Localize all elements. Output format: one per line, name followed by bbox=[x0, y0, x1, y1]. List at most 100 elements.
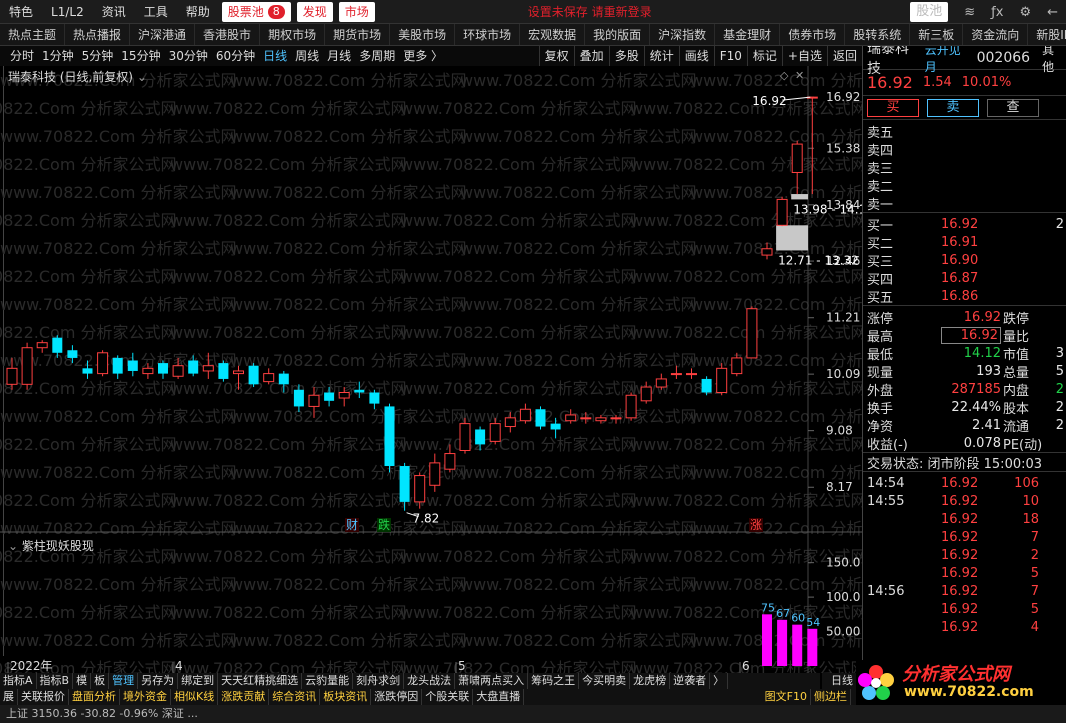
ind-tab-scroll[interactable]: 〉 bbox=[710, 673, 729, 689]
layers-icon[interactable]: ≋ bbox=[964, 5, 975, 20]
ind-tab[interactable]: 筹码之王 bbox=[528, 673, 580, 689]
ind-tab[interactable]: 指标B bbox=[37, 673, 74, 689]
ind-tab[interactable]: 绑定到 bbox=[178, 673, 219, 689]
ind-tab[interactable]: 指标A bbox=[0, 673, 37, 689]
period-tab-1m[interactable]: 1分钟 bbox=[38, 46, 78, 66]
nav-item[interactable]: 沪深指数 bbox=[650, 24, 716, 45]
settings-icon[interactable]: ⚙ bbox=[1019, 5, 1031, 20]
bid-level[interactable]: 买二 16.91 bbox=[863, 233, 1066, 252]
nav-item[interactable]: 基金理财 bbox=[715, 24, 781, 45]
menu-item-news[interactable]: 资讯 bbox=[93, 0, 135, 23]
ind-tab[interactable]: 天天红精挑细选 bbox=[218, 673, 303, 689]
ask-level[interactable]: 卖四 bbox=[863, 140, 1066, 159]
bottom-item[interactable]: 综合资讯 bbox=[269, 689, 321, 705]
period-tab-weekly[interactable]: 周线 bbox=[291, 46, 323, 66]
more-link[interactable]: 其他 bbox=[1042, 46, 1066, 75]
bid-level[interactable]: 买四 16.87 bbox=[863, 269, 1066, 288]
nav-item[interactable]: 环球市场 bbox=[455, 24, 521, 45]
menu-item-tools[interactable]: 工具 bbox=[135, 0, 177, 23]
bottom-item[interactable]: 板块资讯 bbox=[320, 689, 372, 705]
nav-item[interactable]: 期权市场 bbox=[260, 24, 326, 45]
bid-level[interactable]: 买一 16.92 2 bbox=[863, 215, 1066, 234]
bottom-item[interactable]: 盘面分析 bbox=[69, 689, 120, 705]
discover-button[interactable]: 发现 bbox=[296, 1, 333, 22]
tool-overlay-button[interactable]: 叠加 bbox=[573, 46, 609, 66]
period-tab-5m[interactable]: 5分钟 bbox=[78, 46, 118, 66]
tool-f10-button[interactable]: F10 bbox=[713, 46, 747, 66]
ask-level[interactable]: 卖三 bbox=[863, 158, 1066, 177]
pool-button[interactable]: 股池 bbox=[910, 2, 949, 22]
tool-draw-button[interactable]: 画线 bbox=[678, 46, 714, 66]
bottom-item[interactable]: 关联报价 bbox=[18, 689, 69, 705]
chevron-down-icon[interactable]: ⌄ bbox=[137, 70, 147, 84]
stat-value: 2 bbox=[1055, 417, 1064, 433]
bid-level[interactable]: 买五 16.86 bbox=[863, 287, 1066, 306]
nav-item[interactable]: 期货市场 bbox=[325, 24, 391, 45]
bottom-item[interactable]: 境外资金 bbox=[120, 689, 171, 705]
sell-button[interactable]: 卖 bbox=[927, 98, 979, 117]
bottom-item[interactable]: 大盘直播 bbox=[473, 689, 525, 705]
nav-item[interactable]: 债券市场 bbox=[780, 24, 846, 45]
tool-mark-button[interactable]: 标记 bbox=[746, 46, 782, 66]
period-tab-30m[interactable]: 30分钟 bbox=[165, 46, 212, 66]
back-arrow-icon[interactable]: ← bbox=[1047, 5, 1058, 20]
ind-tab[interactable]: 刻舟求剑 bbox=[353, 673, 405, 689]
bottom-item[interactable]: 涨跌贡献 bbox=[218, 689, 270, 705]
bid-level[interactable]: 买三 16.90 bbox=[863, 251, 1066, 270]
period-tab-more[interactable]: 更多 〉 bbox=[399, 46, 447, 66]
circle-chevron-icon[interactable]: ⌄ bbox=[8, 539, 18, 553]
bottom-item[interactable]: 展 bbox=[0, 689, 18, 705]
ind-tab[interactable]: 另存为 bbox=[138, 673, 179, 689]
bottom-sidebar[interactable]: 侧边栏 bbox=[811, 689, 851, 705]
ind-tab[interactable]: 今买明卖 bbox=[579, 673, 631, 689]
tool-back-button[interactable]: 返回 bbox=[826, 46, 862, 66]
bottom-item[interactable]: 个股关联 bbox=[422, 689, 474, 705]
ind-tab[interactable]: 萧啸两点买入 bbox=[455, 673, 529, 689]
buy-button[interactable]: 买 bbox=[867, 98, 919, 117]
bottom-item[interactable]: 相似K线 bbox=[171, 689, 219, 705]
ind-tab[interactable]: 板 bbox=[91, 673, 110, 689]
nav-item[interactable]: 美股市场 bbox=[390, 24, 456, 45]
tool-stats-button[interactable]: 统计 bbox=[643, 46, 679, 66]
ask-level[interactable]: 卖二 bbox=[863, 176, 1066, 195]
tool-add-watch-button[interactable]: +自选 bbox=[781, 46, 827, 66]
ind-tab[interactable]: 龙虎榜 bbox=[630, 673, 671, 689]
period-tab-daily[interactable]: 日线 bbox=[259, 46, 291, 66]
menu-item-special[interactable]: 特色 bbox=[0, 0, 42, 23]
period-tab-60m[interactable]: 60分钟 bbox=[212, 46, 259, 66]
ask-level[interactable]: 卖五 bbox=[863, 122, 1066, 141]
period-tab-monthly[interactable]: 月线 bbox=[323, 46, 355, 66]
kline-chart[interactable]: www.70822.Com 分析家公式网www.70822.Com 分析家公式网… bbox=[0, 66, 862, 673]
ind-tab[interactable]: 模 bbox=[73, 673, 92, 689]
period-tab-multi[interactable]: 多周期 bbox=[355, 46, 399, 66]
nav-item[interactable]: 香港股市 bbox=[195, 24, 261, 45]
tool-adjust-button[interactable]: 复权 bbox=[538, 46, 574, 66]
nav-item[interactable]: 沪深港通 bbox=[130, 24, 196, 45]
period-tab-15m[interactable]: 15分钟 bbox=[117, 46, 164, 66]
ind-tab[interactable]: 龙头战法 bbox=[404, 673, 456, 689]
formula-icon[interactable]: ƒx bbox=[991, 5, 1003, 20]
stock-pool-button[interactable]: 股票池 8 bbox=[221, 1, 291, 22]
query-button[interactable]: 查 bbox=[987, 98, 1039, 117]
nav-item[interactable]: 股转系统 bbox=[845, 24, 911, 45]
candle bbox=[384, 403, 395, 473]
ind-tab-manage[interactable]: 管理 bbox=[109, 673, 139, 689]
nav-item[interactable]: 宏观数据 bbox=[520, 24, 586, 45]
nav-item[interactable]: 资金流向 bbox=[963, 24, 1029, 45]
tool-multi-stock-button[interactable]: 多股 bbox=[608, 46, 644, 66]
nav-item[interactable]: 我的版面 bbox=[585, 24, 651, 45]
nav-item[interactable]: 热点主题 bbox=[0, 24, 66, 45]
menu-item-l1l2[interactable]: L1/L2 bbox=[42, 0, 93, 23]
nav-item[interactable]: 热点播报 bbox=[65, 24, 131, 45]
nav-bar: 热点主题 热点播报 沪深港通 香港股市 期权市场 期货市场 美股市场 环球市场 … bbox=[0, 24, 1066, 46]
market-button[interactable]: 市场 bbox=[338, 1, 375, 22]
ask-level[interactable]: 卖一 bbox=[863, 194, 1066, 213]
bottom-f10[interactable]: 图文F10 bbox=[762, 689, 811, 705]
menu-item-help[interactable]: 帮助 bbox=[177, 0, 219, 23]
period-tab-minute[interactable]: 分时 bbox=[0, 46, 38, 66]
nav-item[interactable]: 新股IPO bbox=[1028, 24, 1066, 45]
ind-tab[interactable]: 云豹量能 bbox=[302, 673, 354, 689]
nav-item[interactable]: 新三板 bbox=[910, 24, 964, 45]
ind-tab[interactable]: 逆袭者 bbox=[670, 673, 711, 689]
bottom-item[interactable]: 涨跌停因 bbox=[371, 689, 423, 705]
